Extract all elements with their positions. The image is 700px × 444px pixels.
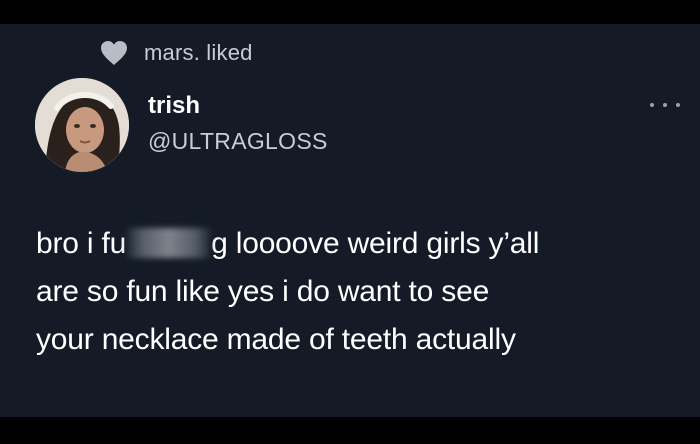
heart-icon	[100, 40, 128, 66]
more-horizontal-icon	[676, 103, 680, 107]
tweet-line-2: are so fun like yes i do want to see	[36, 275, 490, 308]
more-horizontal-icon	[650, 103, 654, 107]
avatar[interactable]	[35, 78, 129, 172]
tweet-text: bro i fu g loooove weird girls y’all are …	[36, 220, 686, 364]
tweet-text-segment: g loooove weird girls y’all	[211, 227, 540, 260]
more-horizontal-icon	[663, 103, 667, 107]
censor-blur	[127, 228, 211, 258]
tweet-card[interactable]: mars. liked trish @ULTRAGLOSS bro i fu g …	[0, 24, 700, 417]
author-name[interactable]: trish	[148, 92, 200, 120]
screenshot-frame: mars. liked trish @ULTRAGLOSS bro i fu g …	[0, 0, 700, 444]
tweet-line-3: your necklace made of teeth actually	[36, 323, 516, 356]
social-context-row: mars. liked	[100, 38, 253, 68]
more-options-button[interactable]	[650, 98, 680, 112]
tweet-line-1: bro i fu g loooove weird girls y’all	[36, 220, 686, 268]
liked-by-text[interactable]: mars. liked	[144, 40, 253, 66]
tweet-text-segment: bro i fu	[36, 227, 127, 260]
author-handle[interactable]: @ULTRAGLOSS	[148, 128, 328, 155]
